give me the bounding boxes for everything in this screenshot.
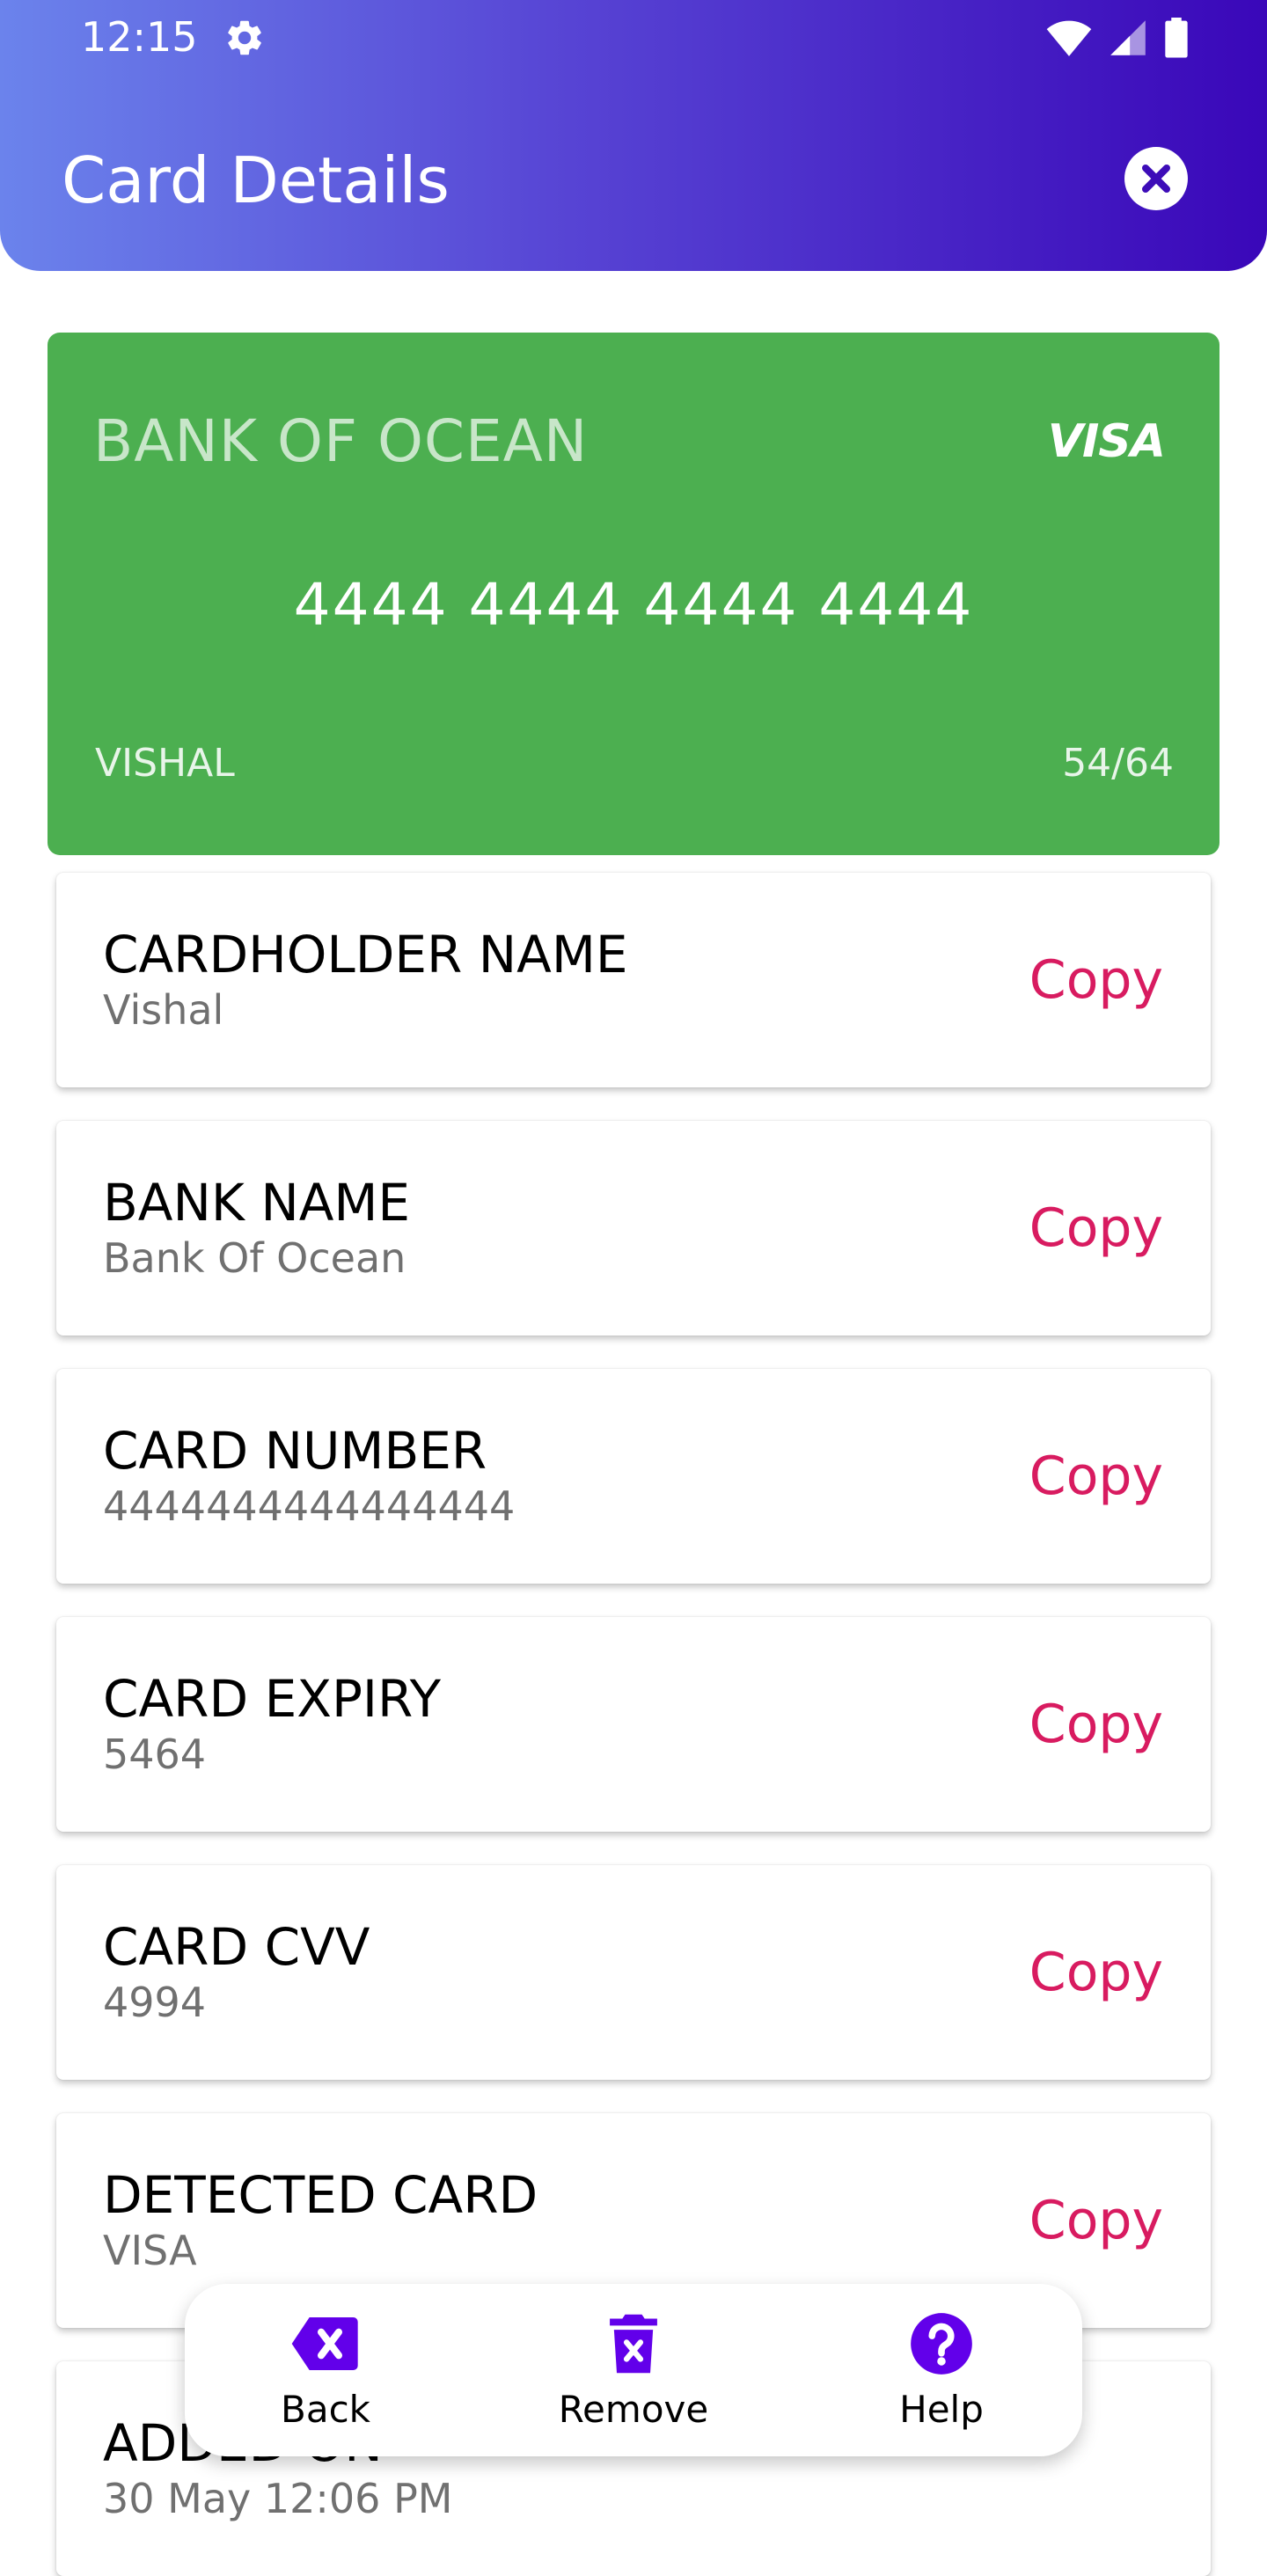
card-bank-name: BANK OF OCEAN [93, 407, 589, 475]
detail-value: VISA [103, 2227, 197, 2274]
back-label: Back [281, 2388, 370, 2431]
detail-row-card-number: CARD NUMBER 4444444444444444 Copy [56, 1369, 1211, 1584]
detail-label: BANK NAME [103, 1173, 411, 1233]
backspace-icon [291, 2317, 358, 2370]
card-brand-logo: VISA [1047, 415, 1166, 468]
card-expiry: 54/64 [1062, 741, 1174, 786]
detail-label: CARD CVV [103, 1917, 370, 1977]
help-label: Help [899, 2388, 984, 2431]
card-number: 4444 4444 4444 4444 [293, 571, 974, 639]
app-header: 12:15 Card Details [0, 0, 1267, 271]
detail-label: DETECTED CARD [103, 2165, 538, 2225]
credit-card-preview: BANK OF OCEAN VISA 4444 4444 4444 4444 V… [48, 333, 1219, 855]
detail-value: 5464 [103, 1731, 207, 1778]
detail-value: Vishal [103, 986, 224, 1034]
settings-gear-icon [228, 20, 261, 55]
detail-label: CARD NUMBER [103, 1421, 487, 1481]
status-icons [1045, 18, 1190, 58]
page-title: Card Details [62, 143, 450, 217]
detail-row-card-cvv: CARD CVV 4994 Copy [56, 1865, 1211, 2080]
help-icon [911, 2313, 972, 2375]
detail-value: 4444444444444444 [103, 1482, 516, 1530]
card-holder-name: VISHAL [95, 741, 235, 786]
trash-icon [610, 2314, 657, 2374]
cell-signal-icon [1110, 20, 1146, 55]
copy-card-cvv-button[interactable]: Copy [1029, 1941, 1163, 2004]
bottom-action-bar: Back Remove Help [185, 2284, 1082, 2456]
detail-row-card-expiry: CARD EXPIRY 5464 Copy [56, 1617, 1211, 1832]
copy-detected-card-button[interactable]: Copy [1029, 2189, 1163, 2252]
detail-value: 4994 [103, 1979, 207, 2026]
detail-row-cardholder-name: CARDHOLDER NAME Vishal Copy [56, 873, 1211, 1087]
close-icon [1142, 165, 1170, 193]
help-button[interactable]: Help [836, 2310, 1047, 2432]
detail-value: 30 May 12:06 PM [103, 2475, 453, 2522]
detail-label: CARDHOLDER NAME [103, 925, 628, 984]
detail-label: CARD EXPIRY [103, 1669, 442, 1729]
close-button[interactable] [1124, 147, 1188, 210]
copy-cardholder-name-button[interactable]: Copy [1029, 948, 1163, 1012]
copy-card-expiry-button[interactable]: Copy [1029, 1693, 1163, 1756]
copy-card-number-button[interactable]: Copy [1029, 1445, 1163, 1508]
battery-icon [1165, 18, 1188, 58]
wifi-icon [1046, 20, 1092, 56]
status-time: 12:15 [81, 13, 198, 61]
remove-label: Remove [558, 2388, 709, 2431]
remove-button[interactable]: Remove [528, 2310, 739, 2432]
copy-bank-name-button[interactable]: Copy [1029, 1197, 1163, 1260]
detail-value: Bank Of Ocean [103, 1234, 406, 1282]
detail-row-bank-name: BANK NAME Bank Of Ocean Copy [56, 1121, 1211, 1336]
back-button[interactable]: Back [220, 2310, 431, 2432]
